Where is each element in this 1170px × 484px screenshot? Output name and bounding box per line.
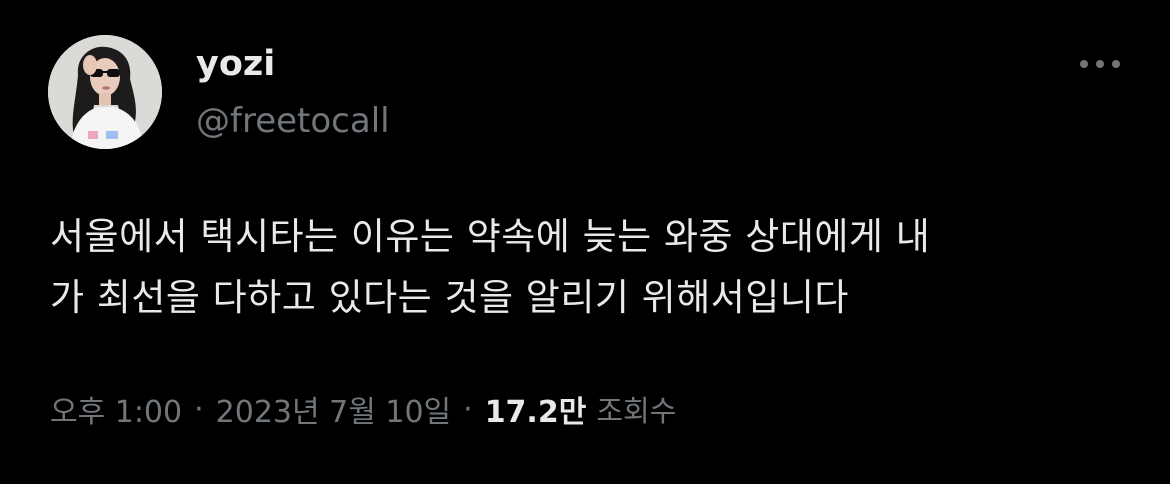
display-name[interactable]: yozi — [196, 40, 275, 88]
tweet-time[interactable]: 오후 1:00 — [50, 387, 182, 431]
meta-separator: · — [463, 391, 473, 427]
more-horizontal-icon — [1080, 60, 1120, 68]
tweet-text: 서울에서 택시타는 이유는 약속에 늦는 와중 상대에게 내 가 최선을 다하고… — [50, 215, 931, 319]
views-count[interactable]: 17.2만 — [485, 387, 597, 431]
avatar-photo — [48, 35, 162, 149]
tweet-meta: 오후 1:00 · 2023년 7월 10일 · 17.2만 조회수 — [50, 384, 676, 434]
meta-separator: · — [194, 391, 204, 427]
more-options-button[interactable] — [1070, 44, 1130, 84]
avatar[interactable] — [48, 35, 162, 149]
tweet-card: yozi @freetocall 서울에서 택시타는 이유는 약속에 늦는 와중… — [0, 0, 1170, 484]
views-label[interactable]: 조회수 — [596, 388, 676, 430]
tweet-date[interactable]: 2023년 7월 10일 — [216, 387, 451, 431]
user-handle[interactable]: @freetocall — [196, 98, 390, 144]
